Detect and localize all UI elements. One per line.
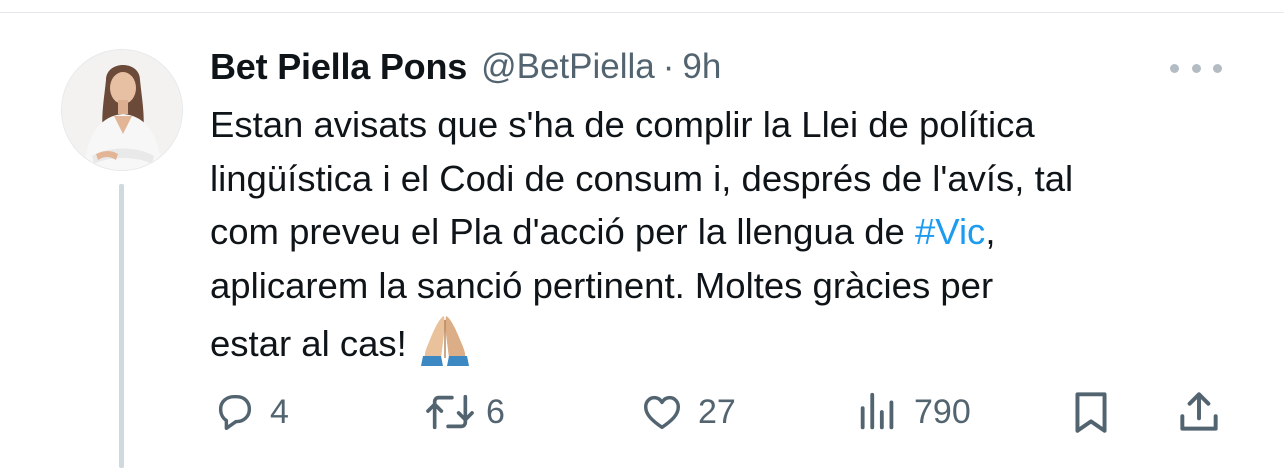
folded-hands-emoji [420,316,469,366]
reply-count: 4 [270,392,289,431]
like-button[interactable]: 27 [638,384,736,440]
share-icon [1180,392,1218,431]
hashtag-link[interactable]: #Vic [915,211,985,252]
more-icon[interactable] [1170,56,1222,80]
tweet-text-line: aplicarem la sanció pertinent. Moltes gr… [210,264,994,306]
heart-icon [643,395,681,430]
views-button[interactable]: 790 [856,384,971,440]
views-icon [860,392,894,430]
header-separator: · [662,47,675,86]
like-count: 27 [698,392,736,431]
tweet-text-line: com preveu el Pla d'acció per la llengua… [210,205,1250,259]
retweet-count: 6 [486,392,505,431]
tweet-text-line: Estan avisats que s'ha de complir la Lle… [210,104,1035,145]
tweet-text-line: lingüística i el Codi de consum i, despr… [210,157,1074,199]
action-bar: 4 6 27 790 [0,384,1284,440]
tweet-text: Estan avisats que s'ha de complir la Lle… [210,98,1250,371]
reply-button[interactable]: 4 [212,384,289,440]
tweet-text-segment: com preveu el Pla d'acció per la llengua… [210,211,915,252]
tweet-text-segment: estar al cas! [210,323,407,364]
avatar-image [62,50,182,170]
avatar[interactable] [61,49,183,171]
bookmark-icon [1075,392,1107,433]
retweet-button[interactable]: 6 [422,384,505,440]
top-divider [0,12,1284,13]
retweet-icon [426,394,474,430]
tweet-text-segment: , [985,211,996,252]
tweet-text-line: estar al cas! [210,312,1250,371]
author-handle[interactable]: @BetPiella [481,47,655,87]
views-count: 790 [914,392,971,431]
tweet-time[interactable]: 9h [682,47,721,87]
share-button[interactable] [1174,384,1224,440]
author-name[interactable]: Bet Piella Pons [210,46,467,88]
reply-icon [218,394,252,431]
bookmark-button[interactable] [1066,384,1116,440]
tweet-header: Bet Piella Pons @BetPiella · 9h [210,44,721,90]
